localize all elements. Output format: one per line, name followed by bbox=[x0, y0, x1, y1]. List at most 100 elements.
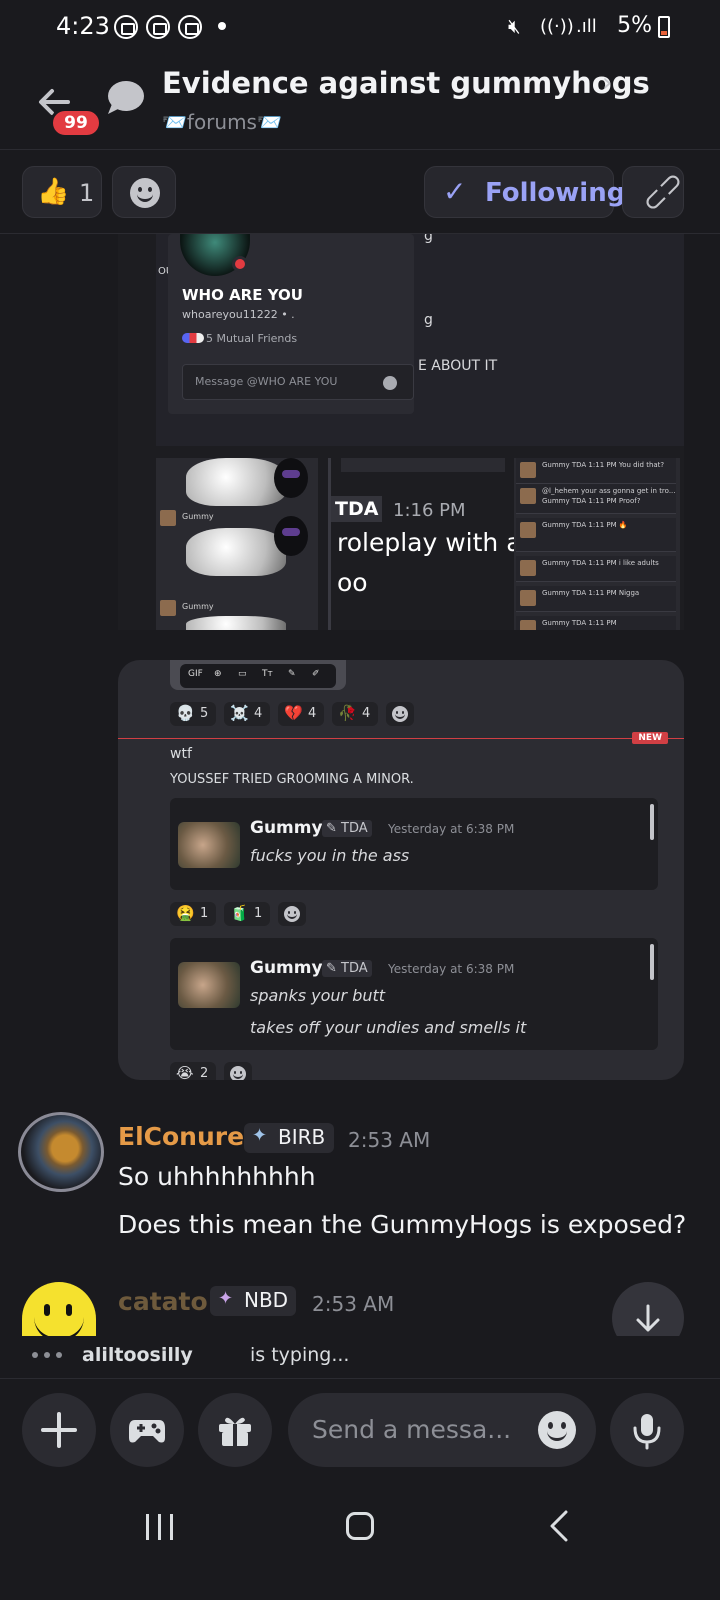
message-placeholder: Send a messa... bbox=[312, 1415, 512, 1444]
smiley-icon bbox=[230, 1066, 246, 1080]
quoted-text: takes off your undies and smells it bbox=[250, 1018, 527, 1037]
notification-icon bbox=[146, 15, 170, 39]
role-tag[interactable]: ✦ BIRB bbox=[244, 1123, 334, 1153]
list-item: @l_hehem your ass gonna get in tro... Gu… bbox=[516, 484, 676, 514]
add-attachment-button[interactable] bbox=[22, 1393, 96, 1467]
list-item: Gummy TDA 1:11 PM You did that? bbox=[516, 458, 676, 484]
message-composer: Send a messa... bbox=[0, 1378, 720, 1478]
recent-apps-button[interactable] bbox=[146, 1514, 174, 1540]
add-reaction-chip bbox=[386, 702, 414, 726]
new-badge: NEW bbox=[632, 732, 668, 744]
author-name[interactable]: ElConure bbox=[118, 1122, 244, 1151]
image-content bbox=[274, 516, 308, 556]
copy-link-button[interactable]: ⊂⊃ bbox=[622, 163, 691, 220]
new-messages-divider bbox=[118, 738, 684, 739]
message-text: So uhhhhhhhhh bbox=[118, 1162, 316, 1191]
reaction-chip: ☠️ 4 bbox=[224, 702, 270, 726]
more-notifications-dot bbox=[218, 22, 226, 30]
scrollbar bbox=[650, 944, 654, 980]
activities-button[interactable] bbox=[110, 1393, 184, 1467]
quoted-author: Gummy bbox=[250, 958, 323, 978]
message-text: Does this mean the GummyHogs is exposed? bbox=[118, 1210, 687, 1239]
emoji-picker-icon[interactable] bbox=[538, 1411, 576, 1449]
quoted-text: spanks your butt bbox=[250, 986, 386, 1005]
microphone-icon bbox=[633, 1414, 661, 1450]
message-input[interactable]: Send a messa... bbox=[288, 1393, 596, 1467]
mini-username: Gummy bbox=[182, 512, 214, 521]
mini-avatar bbox=[160, 600, 176, 616]
mutual-avatars bbox=[182, 333, 204, 343]
quoted-time: Yesterday at 6:38 PM bbox=[388, 822, 515, 836]
quoted-time: Yesterday at 6:38 PM bbox=[388, 962, 515, 976]
list-item: Gummy TDA 1:11 PM i like adults bbox=[516, 556, 676, 582]
quoted-message: Gummy ✎ TDA Yesterday at 6:38 PM fucks y… bbox=[170, 798, 658, 890]
battery-icon bbox=[658, 16, 670, 38]
mutual-friends: 5 Mutual Friends bbox=[206, 332, 298, 345]
screenshot-profile[interactable]: OU WHO ARE YOU whoareyou11222 • . 5 Mutu… bbox=[156, 234, 684, 446]
avatar bbox=[178, 962, 240, 1008]
role-tag[interactable]: ✦ NBD bbox=[210, 1286, 296, 1316]
reaction-count: 1 bbox=[79, 179, 95, 207]
voice-message-button[interactable] bbox=[610, 1393, 684, 1467]
chevron-right-icon[interactable]: › bbox=[602, 68, 612, 98]
role-gem-icon: ✦ bbox=[218, 1288, 234, 1309]
status-bar: 4:23 🔇︎ ((·)) .ıll 5% bbox=[0, 0, 720, 52]
reaction-chip: 🤮 1 bbox=[170, 902, 216, 926]
thumbs-up-reaction-button[interactable]: 👍 1 bbox=[22, 166, 102, 218]
add-reaction-button[interactable] bbox=[112, 166, 176, 218]
fragment-text: E ABOUT IT bbox=[418, 358, 498, 374]
reaction-chip: 💔 4 bbox=[278, 702, 324, 726]
author-name[interactable]: catato bbox=[118, 1287, 208, 1316]
emoji-icon bbox=[383, 376, 397, 390]
gift-icon bbox=[219, 1417, 251, 1446]
image-content bbox=[186, 458, 286, 506]
profile-username: whoareyou11222 • . bbox=[182, 308, 295, 321]
attached-screenshots[interactable]: OU WHO ARE YOU whoareyou11222 • . 5 Mutu… bbox=[118, 234, 684, 630]
system-back-button[interactable] bbox=[546, 1508, 576, 1544]
message-time: 2:53 AM bbox=[348, 1128, 431, 1152]
plus-icon bbox=[41, 1412, 77, 1448]
gift-button[interactable] bbox=[198, 1393, 272, 1467]
avatar[interactable] bbox=[18, 1112, 104, 1192]
smiley-icon bbox=[284, 906, 300, 922]
typing-user: aliltoosilly bbox=[82, 1344, 193, 1366]
fragment-text: g bbox=[424, 234, 433, 244]
list-item: Gummy TDA 1:11 PM Nigga bbox=[516, 586, 676, 612]
screenshot-chat-right[interactable]: Gummy TDA 1:11 PM You did that? @l_hehem… bbox=[514, 458, 680, 630]
profile-message-field: Message @WHO ARE YOU bbox=[182, 364, 414, 400]
channel-name[interactable]: 📨forums📨 bbox=[162, 110, 282, 134]
home-button[interactable] bbox=[346, 1512, 374, 1540]
battery-percent: 5% bbox=[617, 13, 652, 38]
gamepad-icon bbox=[129, 1420, 165, 1443]
screenshot-chat-zoom[interactable]: TDA 1:16 PM roleplay with a oo bbox=[328, 458, 522, 630]
message-placeholder: Message @WHO ARE YOU bbox=[195, 375, 338, 388]
thread-bubble-icon bbox=[104, 80, 146, 116]
typing-text: is typing... bbox=[250, 1344, 350, 1366]
typing-dots-icon bbox=[32, 1352, 38, 1358]
following-button[interactable]: ✓ Following bbox=[424, 166, 625, 218]
quoted-author: Gummy bbox=[250, 818, 323, 838]
smiley-icon bbox=[392, 706, 408, 722]
add-reaction-chip bbox=[278, 902, 306, 926]
unread-badge: 99 bbox=[50, 108, 102, 138]
profile-name: WHO ARE YOU bbox=[182, 286, 303, 304]
following-label: Following bbox=[485, 178, 626, 208]
role-tag: TDA bbox=[331, 496, 383, 522]
screenshot-embed[interactable]: GIF ⊕ ▭ Tт ✎ ✐ 💀 5 ☠️ 4 💔 4 🥀 4 NEW wtf YOUS… bbox=[118, 660, 684, 1080]
reaction-chip: 😭 2 bbox=[170, 1062, 216, 1080]
message-toolbar: GIF ⊕ ▭ Tт ✎ ✐ bbox=[180, 664, 336, 688]
role-tag: ✎ TDA bbox=[322, 960, 372, 977]
thread-title[interactable]: Evidence against gummyhogs bbox=[162, 66, 650, 100]
wifi-icon: ((·)) bbox=[540, 16, 574, 37]
thread-actions: 👍 1 ✓ Following ⊂⊃ bbox=[0, 150, 720, 234]
image-content bbox=[186, 528, 286, 576]
signal-icon: .ıll bbox=[576, 16, 597, 37]
screenshot-chat-left[interactable]: Gummy Gummy bbox=[156, 458, 318, 630]
dnd-status-icon bbox=[232, 256, 248, 272]
quoted-text: fucks you in the ass bbox=[250, 846, 410, 865]
smiley-icon bbox=[130, 178, 160, 208]
notification-icon bbox=[114, 15, 138, 39]
typing-indicator: aliltoosilly is typing... bbox=[0, 1336, 720, 1378]
avatar[interactable] bbox=[22, 1282, 96, 1342]
avatar bbox=[178, 822, 240, 868]
